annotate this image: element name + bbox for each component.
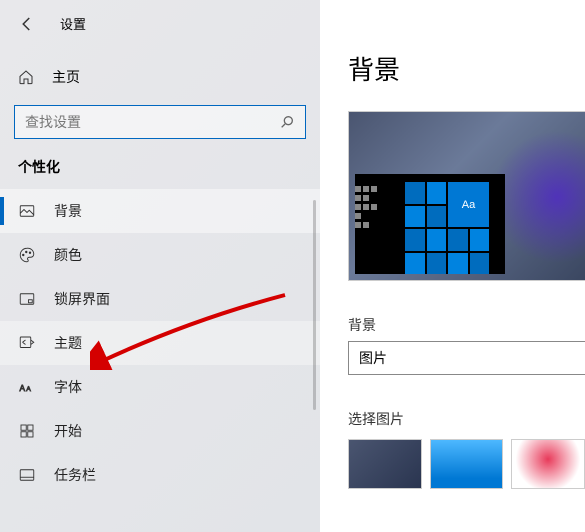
page-title: 背景 bbox=[348, 50, 585, 87]
sidebar-item-label: 颜色 bbox=[54, 245, 82, 265]
sidebar-item-label: 主题 bbox=[54, 333, 82, 353]
sidebar-item-background[interactable]: 背景 bbox=[0, 189, 320, 233]
start-icon bbox=[18, 422, 36, 440]
lockscreen-icon bbox=[18, 290, 36, 308]
sidebar: 设置 主页 个性化 背景 颜色 锁屏界面 主题 AA 字体 开始 任务栏 bbox=[0, 0, 320, 532]
sidebar-item-label: 锁屏界面 bbox=[54, 289, 110, 309]
background-dropdown[interactable]: 图片 bbox=[348, 341, 585, 375]
sidebar-item-lockscreen[interactable]: 锁屏界面 bbox=[0, 277, 320, 321]
preview-sample-text: Aa bbox=[448, 182, 489, 227]
sidebar-item-start[interactable]: 开始 bbox=[0, 409, 320, 453]
taskbar-icon bbox=[18, 466, 36, 484]
back-icon[interactable] bbox=[18, 15, 36, 33]
svg-text:A: A bbox=[26, 386, 31, 393]
home-label: 主页 bbox=[52, 67, 80, 87]
background-label: 背景 bbox=[348, 315, 585, 335]
picture-thumbnails bbox=[348, 439, 585, 489]
sidebar-item-label: 开始 bbox=[54, 421, 82, 441]
search-input[interactable] bbox=[25, 114, 279, 130]
sidebar-item-taskbar[interactable]: 任务栏 bbox=[0, 453, 320, 497]
svg-text:A: A bbox=[20, 384, 26, 393]
sidebar-item-label: 背景 bbox=[54, 201, 82, 221]
choose-picture-label: 选择图片 bbox=[348, 409, 585, 429]
dropdown-value: 图片 bbox=[359, 348, 387, 368]
sidebar-item-label: 字体 bbox=[54, 377, 82, 397]
scrollbar[interactable] bbox=[313, 200, 316, 410]
sidebar-item-colors[interactable]: 颜色 bbox=[0, 233, 320, 277]
window-title: 设置 bbox=[60, 14, 86, 33]
picture-thumbnail[interactable] bbox=[348, 439, 422, 489]
section-header: 个性化 bbox=[0, 153, 320, 189]
sidebar-item-fonts[interactable]: AA 字体 bbox=[0, 365, 320, 409]
search-box[interactable] bbox=[14, 105, 306, 139]
topbar: 设置 bbox=[0, 6, 320, 41]
content-area: 背景 Aa 背景 图片 选择图片 bbox=[320, 0, 585, 532]
themes-icon bbox=[18, 334, 36, 352]
search-icon bbox=[279, 114, 295, 130]
image-icon bbox=[18, 202, 36, 220]
fonts-icon: AA bbox=[18, 378, 36, 396]
picture-thumbnail[interactable] bbox=[430, 439, 504, 489]
picture-thumbnail[interactable] bbox=[511, 439, 585, 489]
sidebar-item-label: 任务栏 bbox=[54, 465, 96, 485]
home-icon bbox=[18, 69, 34, 85]
palette-icon bbox=[18, 246, 36, 264]
home-button[interactable]: 主页 bbox=[0, 57, 320, 97]
sidebar-item-themes[interactable]: 主题 bbox=[0, 321, 320, 365]
desktop-preview: Aa bbox=[348, 111, 585, 281]
